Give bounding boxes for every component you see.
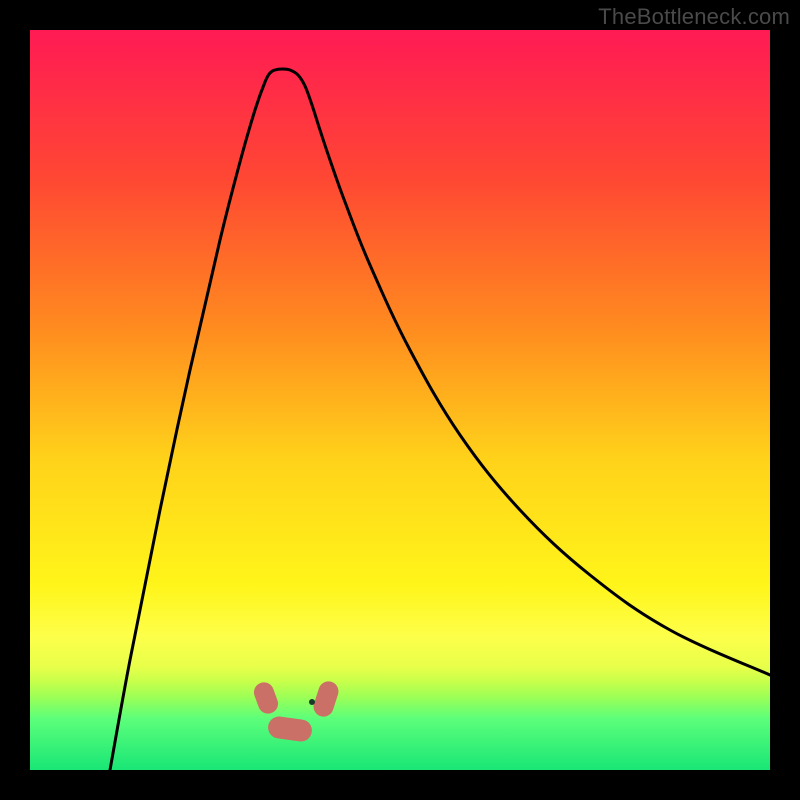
watermark-text: TheBottleneck.com	[598, 4, 790, 30]
center-dot	[309, 699, 315, 705]
bottleneck-curve	[30, 30, 770, 770]
chart-plot-area	[30, 30, 770, 770]
